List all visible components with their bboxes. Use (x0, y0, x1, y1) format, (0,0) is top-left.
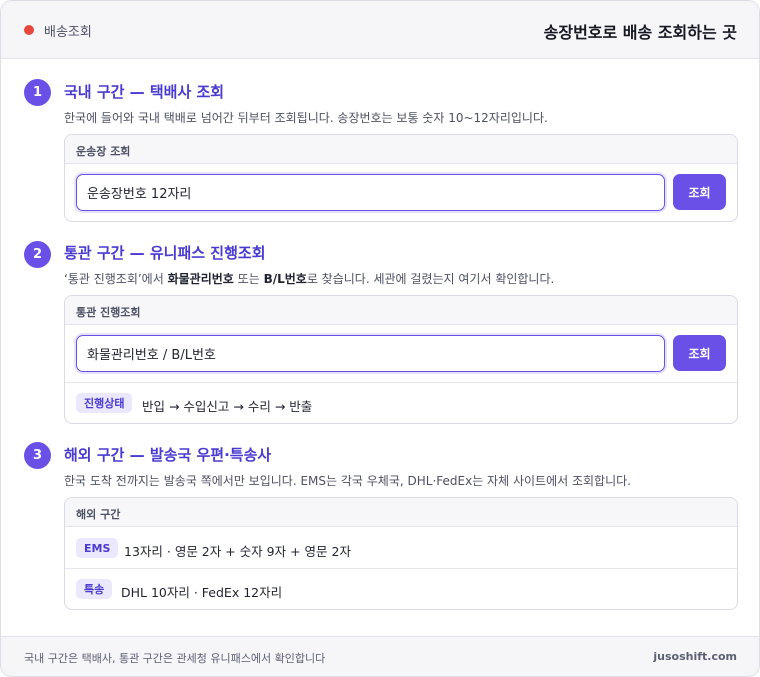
page-frame: 배송조회 송장번호로 배송 조회하는 곳 1 국내 구간 — 택배사 조회 한국… (0, 0, 760, 677)
status-row: 진행상태 반입 → 수입신고 → 수리 → 반출 (65, 383, 737, 423)
card-waybill-lookup: 운송장 조회 운송장번호 12자리 조회 (64, 134, 738, 222)
card-title: 통관 진행조회 (65, 296, 737, 325)
list-item: 특송 DHL 10자리 · FedEx 12자리 (65, 569, 737, 609)
step-number-3: 3 (24, 442, 51, 469)
site-link[interactable]: jusoshift.com (653, 650, 737, 663)
page-title: 송장번호로 배송 조회하는 곳 (543, 23, 737, 42)
section-desc-customs: ‘통관 진행조회’에서 화물관리번호 또는 B/L번호로 찾습니다. 세관에 걸… (64, 272, 555, 286)
lookup-button-customs[interactable]: 조회 (673, 335, 726, 371)
brand-label: 배송조회 (44, 25, 92, 40)
brand-dot-icon (24, 25, 34, 35)
search-row: 화물관리번호 / B/L번호 조회 (65, 325, 737, 383)
section-desc-overseas: 한국 도착 전까지는 발송국 쪽에서만 보입니다. EMS는 각국 우체국, D… (64, 474, 631, 488)
section-title-customs: 통관 구간 — 유니패스 진행조회 (64, 244, 266, 262)
footer: 국내 구간은 택배사, 통관 구간은 관세청 유니패스에서 확인합니다 juso… (1, 636, 759, 676)
lookup-button-domestic[interactable]: 조회 (673, 174, 726, 210)
step-number-2: 2 (24, 241, 51, 268)
waybill-input[interactable]: 운송장번호 12자리 (76, 174, 665, 211)
format-text: 13자리 · 영문 2자 + 숫자 9자 + 영문 2자 (124, 544, 351, 559)
header: 배송조회 송장번호로 배송 조회하는 곳 (1, 1, 759, 59)
step-number-1: 1 (24, 79, 51, 106)
search-row: 운송장번호 12자리 조회 (65, 164, 737, 221)
list-item: EMS 13자리 · 영문 2자 + 숫자 9자 + 영문 2자 (65, 527, 737, 569)
section-title-overseas: 해외 구간 — 발송국 우편·특송사 (64, 446, 272, 464)
format-text: DHL 10자리 · FedEx 12자리 (121, 585, 283, 600)
status-flow-text: 반입 → 수입신고 → 수리 → 반출 (142, 399, 313, 414)
card-title: 운송장 조회 (65, 135, 737, 164)
section-title-domestic: 국내 구간 — 택배사 조회 (64, 83, 225, 101)
carrier-badge: EMS (76, 538, 119, 558)
status-badge: 진행상태 (76, 393, 133, 413)
card-title: 해외 구간 (65, 498, 737, 527)
card-customs-lookup: 통관 진행조회 화물관리번호 / B/L번호 조회 진행상태 반입 → 수입신고… (64, 295, 738, 424)
cargo-number-input[interactable]: 화물관리번호 / B/L번호 (76, 335, 665, 372)
carrier-badge: 특송 (76, 579, 113, 599)
footer-note: 국내 구간은 택배사, 통관 구간은 관세청 유니패스에서 확인합니다 (24, 652, 326, 665)
card-overseas: 해외 구간 EMS 13자리 · 영문 2자 + 숫자 9자 + 영문 2자 특… (64, 497, 738, 610)
section-desc-domestic: 한국에 들어와 국내 택배로 넘어간 뒤부터 조회됩니다. 송장번호는 보통 숫… (64, 111, 548, 125)
